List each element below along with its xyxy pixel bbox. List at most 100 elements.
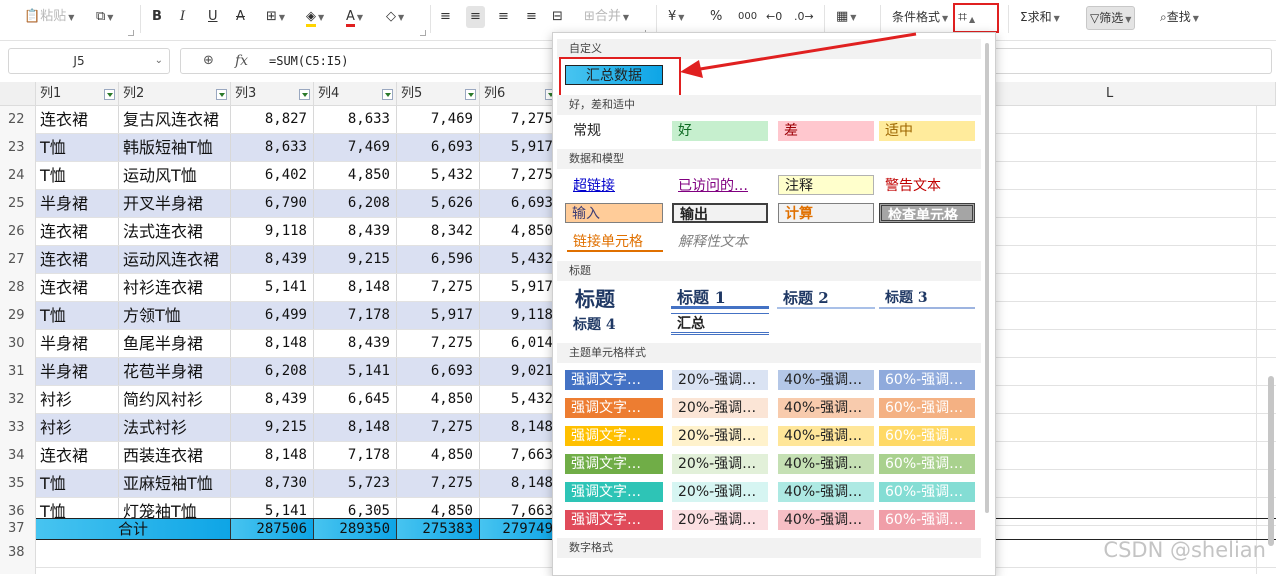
style-linked-cell[interactable]: 链接单元格 [567, 232, 663, 252]
table-cell[interactable]: 7,275 [397, 330, 480, 357]
table-cell[interactable]: 6,208 [231, 358, 314, 385]
theme-style-p60[interactable]: 60%-强调… [879, 454, 975, 474]
table-cell[interactable]: 5,917 [480, 274, 560, 301]
theme-style-p60[interactable]: 60%-强调… [879, 482, 975, 502]
table-cell[interactable]: 8,633 [314, 106, 397, 133]
table-cell[interactable]: 6,014 [480, 330, 560, 357]
style-heading-2[interactable]: 标题 2 [777, 287, 875, 309]
style-normal[interactable]: 常规 [567, 121, 663, 141]
table-cell[interactable]: 4,850 [397, 442, 480, 469]
border-button[interactable]: ⊞ ▼ [266, 6, 285, 28]
table-cell[interactable]: 4,850 [480, 218, 560, 245]
table-cell[interactable]: 8,633 [231, 134, 314, 161]
align-left-button[interactable]: ≡ [440, 6, 451, 28]
table-cell[interactable]: 4,850 [397, 386, 480, 413]
row-number[interactable]: 25 [0, 190, 36, 218]
percent-button[interactable]: % [710, 6, 722, 28]
column-header[interactable]: 列6 [480, 82, 560, 106]
style-explanatory[interactable]: 解释性文本 [672, 232, 768, 252]
table-cell[interactable]: 8,827 [231, 106, 314, 133]
style-input[interactable]: 输入 [565, 203, 663, 223]
total-cell[interactable]: 287506 [231, 519, 314, 539]
table-cell[interactable]: 连衣裙 [36, 106, 119, 133]
conditional-format-button[interactable]: 条件格式 ▼ [892, 6, 948, 28]
theme-style-p40[interactable]: 40%-强调… [778, 426, 874, 446]
theme-style-accent[interactable]: 强调文字… [565, 398, 663, 418]
filter-dropdown-icon[interactable] [299, 89, 310, 100]
row-number[interactable]: 22 [0, 106, 36, 134]
function-icon[interactable]: fx [235, 49, 248, 73]
theme-style-p40[interactable]: 40%-强调… [778, 510, 874, 530]
panel-scrollbar[interactable] [985, 43, 989, 513]
table-cell[interactable]: T恤 [36, 162, 119, 189]
table-cell[interactable]: 6,402 [231, 162, 314, 189]
theme-style-accent[interactable]: 强调文字… [565, 482, 663, 502]
row-number[interactable]: 37 [0, 518, 36, 540]
zoom-icon[interactable]: ⊕ [203, 49, 214, 73]
table-cell[interactable]: 5,432 [397, 162, 480, 189]
table-cell[interactable]: 7,178 [314, 442, 397, 469]
total-label[interactable]: 合计 [36, 519, 231, 539]
find-button[interactable]: ⌕查找 ▼ [1160, 6, 1199, 28]
filter-dropdown-icon[interactable] [465, 89, 476, 100]
table-cell[interactable]: 8,148 [314, 274, 397, 301]
table-cell[interactable]: T恤 [36, 134, 119, 161]
table-cell[interactable]: 7,275 [397, 274, 480, 301]
table-cell[interactable]: 4,850 [314, 162, 397, 189]
bold-button[interactable]: B [152, 6, 162, 28]
table-cell[interactable]: 5,723 [314, 470, 397, 497]
style-visited-hyperlink[interactable]: 已访问的… [672, 176, 768, 196]
paste-button[interactable]: 📋粘贴 ▼ [24, 6, 74, 28]
table-cell[interactable]: 8,148 [231, 330, 314, 357]
table-cell[interactable]: 6,499 [231, 302, 314, 329]
table-style-button[interactable]: ▦ ▼ [836, 6, 856, 28]
table-cell[interactable]: 6,693 [397, 358, 480, 385]
table-cell[interactable]: 6,693 [480, 190, 560, 217]
theme-style-accent[interactable]: 强调文字… [565, 426, 663, 446]
vertical-scrollbar[interactable] [1268, 376, 1274, 546]
table-cell[interactable]: 9,118 [480, 302, 560, 329]
table-cell[interactable]: 7,275 [480, 106, 560, 133]
table-cell[interactable]: 花苞半身裙 [119, 358, 231, 385]
theme-style-accent[interactable]: 强调文字… [565, 510, 663, 530]
theme-style-p20[interactable]: 20%-强调… [672, 454, 768, 474]
style-heading-3[interactable]: 标题 3 [879, 287, 975, 309]
table-cell[interactable]: 5,432 [480, 386, 560, 413]
table-cell[interactable]: 半身裙 [36, 190, 119, 217]
table-cell[interactable]: 连衣裙 [36, 274, 119, 301]
table-cell[interactable]: 7,663 [480, 442, 560, 469]
table-cell[interactable]: 7,178 [314, 302, 397, 329]
table-cell[interactable]: 法式衬衫 [119, 414, 231, 441]
table-cell[interactable]: 6,790 [231, 190, 314, 217]
table-cell[interactable]: 5,432 [480, 246, 560, 273]
table-cell[interactable]: 亚麻短袖T恤 [119, 470, 231, 497]
style-calculation[interactable]: 计算 [778, 203, 874, 223]
table-cell[interactable]: 7,469 [314, 134, 397, 161]
merge-button[interactable]: ⊞合并 ▼ [584, 6, 629, 28]
clear-format-button[interactable]: ◇ ▼ [386, 6, 404, 28]
table-cell[interactable]: 6,596 [397, 246, 480, 273]
table-cell[interactable]: 衬衫连衣裙 [119, 274, 231, 301]
table-cell[interactable]: 连衣裙 [36, 246, 119, 273]
strikethrough-button[interactable]: A [236, 6, 245, 28]
table-cell[interactable]: T恤 [36, 302, 119, 329]
distributed-button[interactable]: ⊟ [552, 6, 563, 28]
table-cell[interactable]: 8,342 [397, 218, 480, 245]
theme-style-p20[interactable]: 20%-强调… [672, 398, 768, 418]
theme-style-p20[interactable]: 20%-强调… [672, 482, 768, 502]
table-cell[interactable]: 8,439 [231, 386, 314, 413]
theme-style-p60[interactable]: 60%-强调… [879, 398, 975, 418]
table-cell[interactable]: 7,275 [480, 162, 560, 189]
currency-button[interactable]: ¥ ▼ [668, 6, 684, 28]
formula-text[interactable]: =SUM(C5:I5) [269, 49, 348, 73]
row-number[interactable]: 38 [0, 540, 36, 566]
table-cell[interactable]: 8,148 [314, 414, 397, 441]
table-cell[interactable]: 开叉半身裙 [119, 190, 231, 217]
autosum-button[interactable]: Σ求和 ▼ [1020, 6, 1060, 28]
theme-style-p60[interactable]: 60%-强调… [879, 370, 975, 390]
row-number[interactable]: 29 [0, 302, 36, 330]
row-number[interactable]: 30 [0, 330, 36, 358]
theme-style-p40[interactable]: 40%-强调… [778, 454, 874, 474]
table-cell[interactable]: 7,275 [397, 470, 480, 497]
table-cell[interactable]: 5,917 [480, 134, 560, 161]
